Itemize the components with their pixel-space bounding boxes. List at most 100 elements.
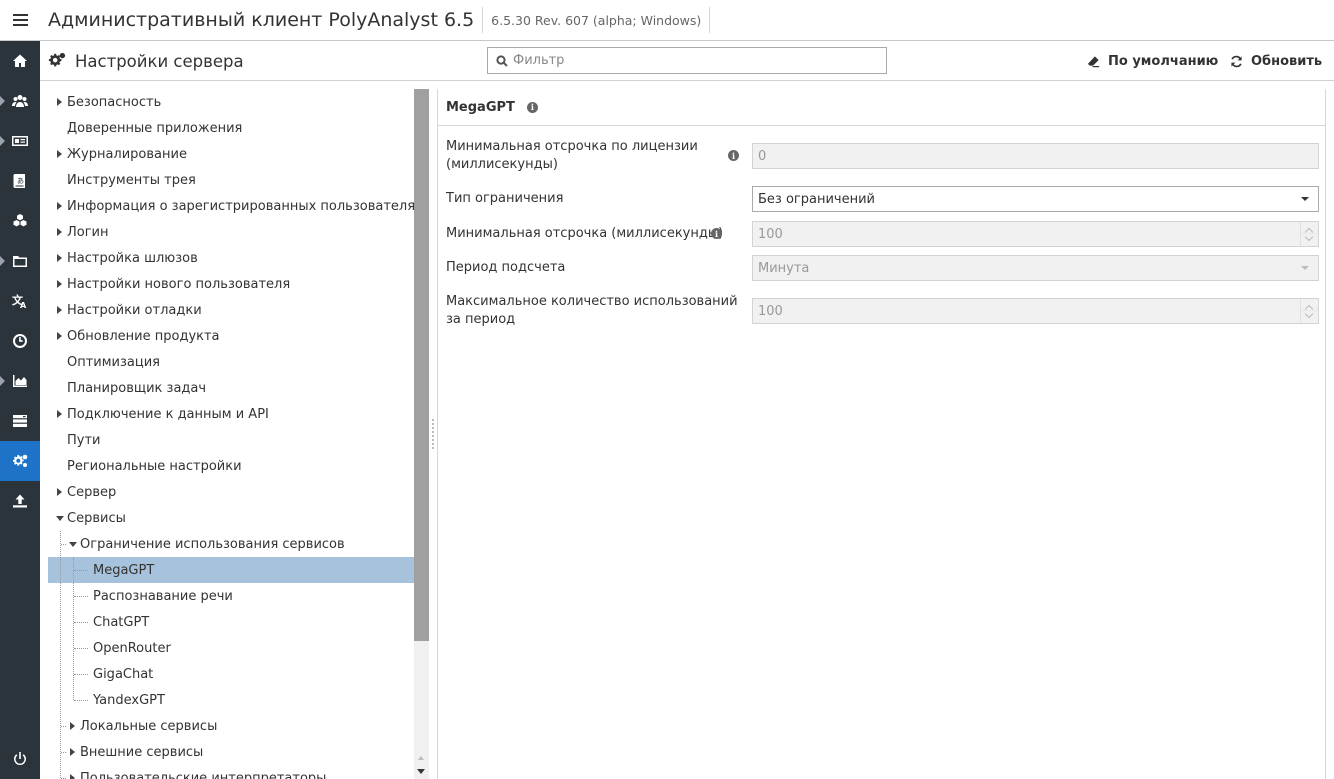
nav-upload-button[interactable]	[0, 481, 40, 521]
tree-item-label: Доверенные приложения	[67, 120, 243, 136]
tree-item[interactable]: Журналирование	[48, 141, 414, 167]
tree-item-label: Оптимизация	[67, 354, 161, 370]
spinner-buttons[interactable]	[1300, 222, 1318, 246]
nav-users-button[interactable]	[0, 81, 40, 121]
scroll-down-arrow-icon[interactable]	[417, 769, 425, 774]
info-icon[interactable]: i	[711, 228, 722, 239]
filter-box[interactable]	[487, 47, 887, 74]
splitter-grip-icon[interactable]	[432, 419, 434, 449]
tree-item[interactable]: Распознавание речи	[48, 583, 414, 609]
tree-item[interactable]: GigaChat	[48, 661, 414, 687]
default-button[interactable]: По умолчанию	[1087, 41, 1218, 81]
filter-input[interactable]	[513, 53, 873, 68]
page-scrollbar[interactable]	[1326, 81, 1334, 779]
tree-item[interactable]: Локальные сервисы	[48, 713, 414, 739]
tree-item[interactable]: Настройка шлюзов	[48, 245, 414, 271]
collapsed-triangle-icon[interactable]	[57, 150, 62, 158]
info-icon[interactable]: i	[526, 101, 538, 113]
translate-book-icon: あ	[13, 174, 25, 188]
tree-item[interactable]: Информация о зарегистрированных пользова…	[48, 193, 414, 219]
collapsed-triangle-icon[interactable]	[57, 280, 62, 288]
tree-scrollbar-thumb[interactable]	[414, 89, 429, 641]
tree-item[interactable]: OpenRouter	[48, 635, 414, 661]
nav-home-button[interactable]	[0, 41, 40, 81]
tree-item[interactable]: Сервисы	[48, 505, 414, 531]
spin-down-icon[interactable]	[1304, 232, 1314, 242]
collapsed-triangle-icon[interactable]	[70, 722, 75, 730]
tree-item[interactable]: Безопасность	[48, 89, 414, 115]
refresh-button[interactable]: Обновить	[1230, 41, 1322, 81]
tree-guide-line	[73, 557, 74, 700]
tree-item-label: Пользовательские интерпретаторы	[80, 770, 327, 779]
tree-item-label: Информация о зарегистрированных пользова…	[67, 198, 414, 214]
tree-item[interactable]: Настройки нового пользователя	[48, 271, 414, 297]
collapsed-triangle-icon[interactable]	[57, 306, 62, 314]
nav-server-button[interactable]	[0, 401, 40, 441]
collapsed-triangle-icon[interactable]	[57, 410, 62, 418]
collapsed-triangle-icon[interactable]	[70, 748, 75, 756]
nav-gears-button[interactable]	[0, 441, 40, 481]
tree-item[interactable]: Сервер	[48, 479, 414, 505]
property-number-input[interactable]: 100	[752, 298, 1319, 324]
tree-item[interactable]: Обновление продукта	[48, 323, 414, 349]
collapsed-triangle-icon[interactable]	[57, 228, 62, 236]
tree-item[interactable]: Подключение к данным и API	[48, 401, 414, 427]
nav-language-button[interactable]: 文A	[0, 281, 40, 321]
nav-folder-button[interactable]	[0, 241, 40, 281]
expand-caret-icon	[0, 376, 5, 386]
info-icon[interactable]: i	[728, 150, 739, 161]
section-header: MegaGPT i	[438, 89, 1325, 126]
nav-area-chart-button[interactable]	[0, 361, 40, 401]
tree-item[interactable]: YandexGPT	[48, 687, 414, 713]
collapsed-triangle-icon[interactable]	[57, 202, 62, 210]
spinner-buttons[interactable]	[1300, 299, 1318, 323]
tree-item[interactable]: Ограничение использования сервисов	[48, 531, 414, 557]
expand-caret-icon	[0, 96, 5, 106]
property-number-input[interactable]: 100	[752, 221, 1319, 247]
collapsed-triangle-icon[interactable]	[70, 774, 75, 779]
page-title: Настройки сервера	[48, 41, 244, 81]
tree-item[interactable]: Доверенные приложения	[48, 115, 414, 141]
tree-item-label: Ограничение использования сервисов	[80, 536, 345, 552]
tree-guide-line	[60, 531, 61, 778]
nav-cubes-button[interactable]	[0, 201, 40, 241]
scroll-up-arrow-icon[interactable]	[418, 756, 424, 760]
tree-item[interactable]: Пути	[48, 427, 414, 453]
hamburger-menu-icon[interactable]	[0, 0, 40, 40]
panel-splitter[interactable]	[429, 89, 437, 779]
property-label: Минимальная отсрочка по лицензии (миллис…	[446, 139, 698, 172]
dropdown-arrow-icon[interactable]	[1301, 197, 1309, 201]
tree-item[interactable]: Пользовательские интерпретаторы	[48, 765, 414, 779]
nav-translate-book-button[interactable]: あ	[0, 161, 40, 201]
tree-item[interactable]: Региональные настройки	[48, 453, 414, 479]
tree-item[interactable]: Настройки отладки	[48, 297, 414, 323]
property-select[interactable]: Без ограничений	[752, 186, 1319, 212]
tree-item[interactable]: Внешние сервисы	[48, 739, 414, 765]
collapsed-triangle-icon[interactable]	[57, 254, 62, 262]
tree-item[interactable]: Логин	[48, 219, 414, 245]
power-button[interactable]	[0, 739, 40, 779]
dropdown-arrow-icon[interactable]	[1301, 266, 1309, 270]
nav-clock-button[interactable]	[0, 321, 40, 361]
gears-icon	[13, 454, 28, 467]
tree-guide-line	[74, 570, 88, 571]
left-icon-bar: あ文A	[0, 41, 40, 779]
tree-item[interactable]: Оптимизация	[48, 349, 414, 375]
expanded-triangle-icon[interactable]	[56, 516, 64, 521]
eraser-icon	[1087, 55, 1100, 67]
spin-down-icon[interactable]	[1304, 309, 1314, 319]
nav-id-card-button[interactable]	[0, 121, 40, 161]
clock-icon	[13, 334, 27, 348]
expanded-triangle-icon[interactable]	[69, 542, 77, 547]
tree-item[interactable]: ChatGPT	[48, 609, 414, 635]
expand-caret-icon	[0, 136, 5, 146]
collapsed-triangle-icon[interactable]	[57, 488, 62, 496]
tree-item[interactable]: Планировщик задач	[48, 375, 414, 401]
tree-item-selected[interactable]: MegaGPT	[48, 557, 414, 583]
collapsed-triangle-icon[interactable]	[57, 98, 62, 106]
tree-item[interactable]: Инструменты трея	[48, 167, 414, 193]
collapsed-triangle-icon[interactable]	[57, 332, 62, 340]
property-select[interactable]: Минута	[752, 255, 1319, 281]
tree-scrollbar[interactable]	[414, 89, 429, 779]
property-text-input[interactable]: 0	[752, 143, 1319, 169]
